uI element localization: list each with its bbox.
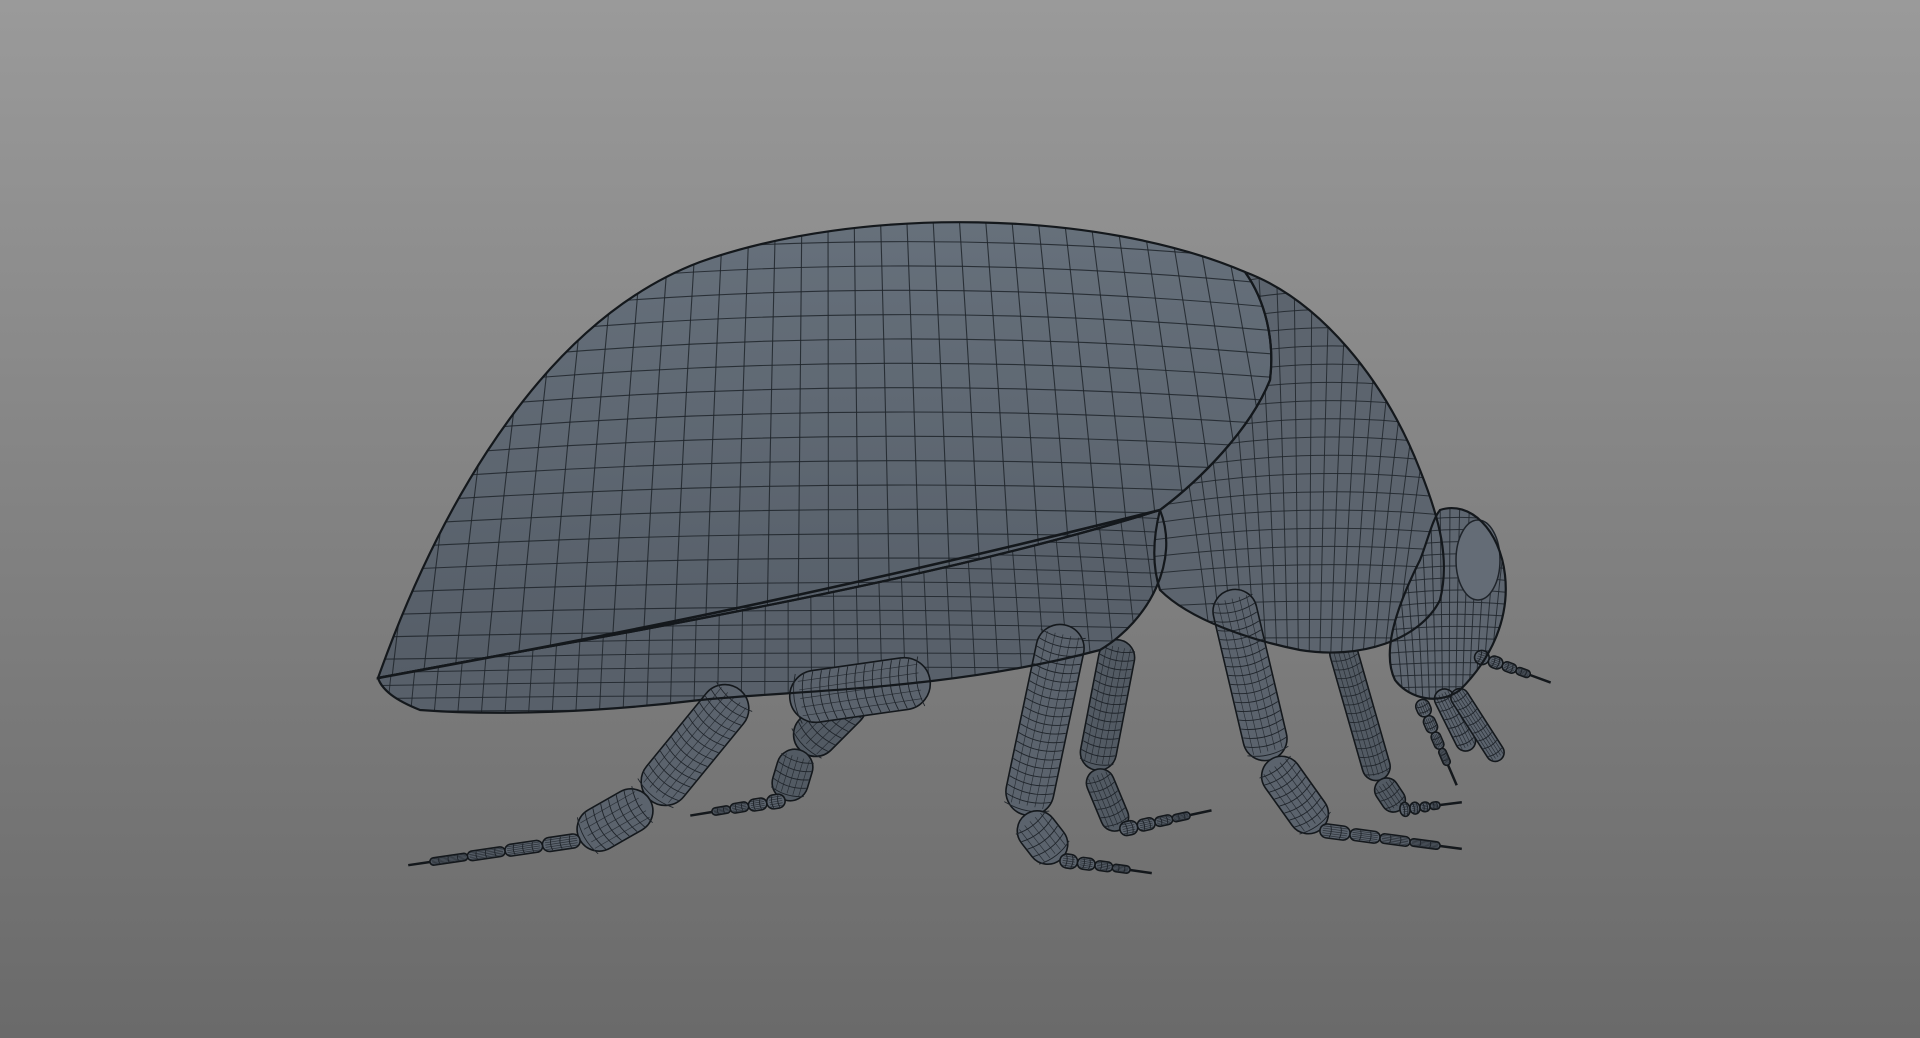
beetle-eye (1455, 519, 1501, 601)
3d-viewport[interactable] (0, 0, 1920, 1038)
viewport-canvas[interactable] (0, 0, 1920, 1038)
